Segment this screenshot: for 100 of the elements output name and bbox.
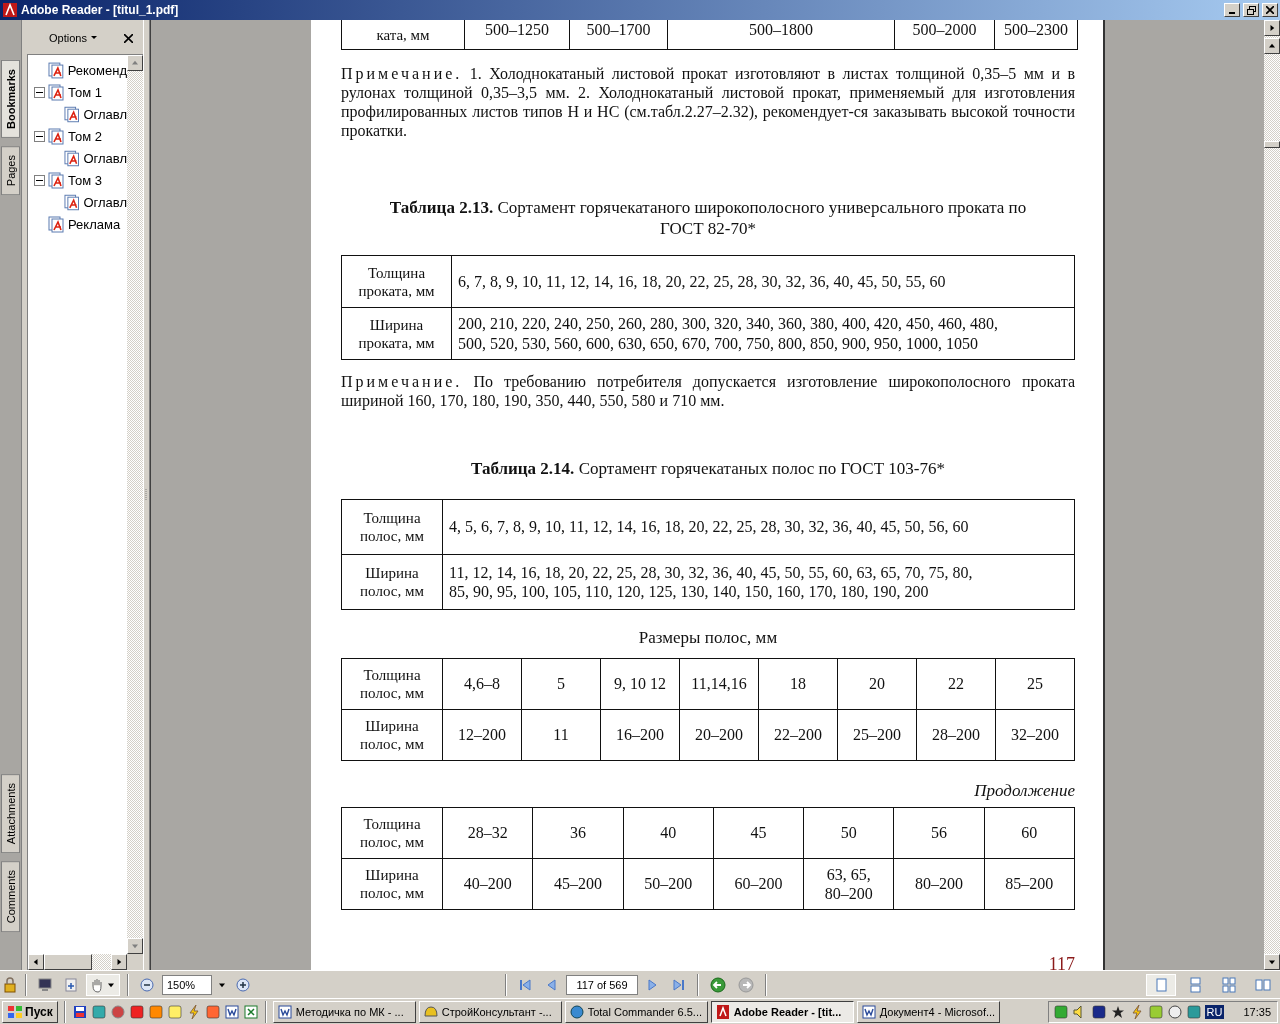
- table-cell: 80–200: [894, 859, 985, 910]
- two-pages-icon: [1255, 976, 1271, 993]
- scroll-left-button[interactable]: [28, 954, 44, 970]
- taskbar-button[interactable]: СтройКонсультант -...: [418, 1000, 562, 1023]
- close-icon: [1266, 6, 1274, 14]
- zoom-field[interactable]: 150%: [162, 974, 212, 995]
- table-cell: 32–200: [996, 710, 1075, 761]
- zoom-out-icon: [139, 976, 155, 993]
- table-cell: 20: [838, 659, 917, 710]
- side-tab[interactable]: Attachments: [1, 773, 20, 853]
- options-menu[interactable]: Options: [47, 30, 99, 46]
- bookmark-item[interactable]: Рекоменд: [67, 62, 127, 78]
- table-cell: 85–200: [984, 859, 1075, 910]
- disc-icon[interactable]: [109, 1003, 126, 1020]
- table-header-cell: Толщина проката, мм: [342, 256, 452, 308]
- language-indicator[interactable]: RU: [1204, 1004, 1225, 1019]
- spreadsheet-icon[interactable]: [242, 1003, 259, 1020]
- close-button[interactable]: [1262, 3, 1278, 17]
- bookmark-item[interactable]: Оглавл: [83, 106, 127, 122]
- table-cell: 28–32: [443, 808, 534, 859]
- pdf-icon: [714, 1003, 731, 1020]
- page-number-field[interactable]: 117 of 569: [566, 974, 638, 995]
- four-pages-icon: [1221, 976, 1237, 993]
- pdf-document-icon: [64, 105, 81, 123]
- clock: 17:35: [1243, 1005, 1271, 1018]
- note-text: Примечание. По требованию потребителя допускается изготовление широкополосного проката шириной 160, 170, 180, 190, 350, 440, 550, 580 и 710 мм.: [341, 372, 1075, 410]
- panel-splitter[interactable]: [143, 20, 150, 970]
- scroll-right-button[interactable]: [111, 954, 127, 970]
- side-tab[interactable]: Pages: [1, 145, 20, 196]
- table-cell: 45–200: [533, 859, 624, 910]
- table-cell: 4,6–8: [443, 659, 522, 710]
- scroll-thumb[interactable]: [1264, 140, 1280, 148]
- bookmark-item[interactable]: Реклама: [68, 216, 121, 232]
- collapse-box[interactable]: [34, 174, 45, 186]
- window-title: Adobe Reader - [titul_1.pdf]: [21, 3, 180, 17]
- scroll-thumb[interactable]: [44, 954, 92, 970]
- disc-icon: [1166, 1003, 1183, 1020]
- table-cell: 63, 65, 80–200: [804, 859, 895, 910]
- table-title: Размеры полос, мм: [637, 628, 779, 648]
- table-caption: Таблица 2.14. Сортамент горячекатаных полос по ГОСТ 103-76*: [470, 458, 946, 479]
- show-panel-button[interactable]: [1264, 20, 1280, 36]
- minimize-button[interactable]: [1224, 3, 1240, 17]
- monitor-icon: [37, 976, 53, 993]
- scroll-up-button[interactable]: [1264, 38, 1280, 54]
- taskbar-button[interactable]: Adobe Reader - [tit...: [710, 1000, 854, 1023]
- pdf-document-icon: [47, 61, 65, 79]
- table-cell: 500–1700: [570, 20, 668, 50]
- table-cell: 12–200: [443, 710, 522, 761]
- table-header-cell: Толщина полос, мм: [342, 500, 443, 555]
- start-button[interactable]: Пуск: [2, 1000, 58, 1023]
- note-text: Примечание. 1. Холоднокатаный листовой прокат изготовляют в листах толщиной 0,35–5 мм и в рулонах толщиной 0,35–3,5 мм. 2. Холоднокатаный листовой прокат, применяемый для изготовления профилированных листов типов Н и НС (см.табл.2.27–2.32), рекомендует-ся заказывать высокой точности прокатки.: [341, 64, 1075, 140]
- side-tab[interactable]: Comments: [1, 860, 20, 932]
- table-cell: 22: [917, 659, 996, 710]
- page-number: 117: [1047, 954, 1075, 970]
- table-cell: 40: [623, 808, 714, 859]
- collapse-box[interactable]: [34, 86, 45, 98]
- lock-icon[interactable]: [2, 976, 18, 993]
- pdf-document-icon: [64, 149, 81, 167]
- bookmark-item[interactable]: Том 3: [68, 172, 102, 188]
- table-cell: 5: [522, 659, 601, 710]
- pdf-document-icon: [48, 127, 65, 145]
- table-header-cell: Толщина полос, мм: [342, 808, 443, 859]
- flag-icon: [7, 1004, 23, 1019]
- zoom-in-icon: [235, 976, 251, 993]
- hand-icon: [89, 976, 105, 993]
- taskbar-button[interactable]: Документ4 - Microsof...: [856, 1000, 1000, 1023]
- table-cell: 25: [996, 659, 1075, 710]
- table-cell: 4, 5, 6, 7, 8, 9, 10, 11, 12, 14, 16, 18, 20, 22, 25, 28, 30, 32, 36, 40, 45, 50, 56, 60: [443, 500, 1075, 555]
- table-cell: 500–2000: [895, 20, 995, 50]
- table-cell: 500–1800: [668, 20, 895, 50]
- first-page-icon: [517, 976, 533, 993]
- pdf-document-icon: [64, 193, 81, 211]
- document-icon[interactable]: [223, 1003, 240, 1020]
- restore-button[interactable]: [1243, 3, 1259, 17]
- side-tab[interactable]: Bookmarks: [1, 60, 20, 138]
- table-cell: 45: [713, 808, 805, 859]
- bookmark-item[interactable]: Оглавл: [83, 150, 127, 166]
- table-caption: Таблица 2.13. Сортамент горячекатаного широкополосного универсального проката по ГОСТ 82-70*: [388, 197, 1028, 239]
- table-cell: 16–200: [601, 710, 680, 761]
- table-header-cell: Ширина полос, мм: [342, 555, 443, 610]
- table-header-cell: Толщина полос, мм: [342, 659, 443, 710]
- scroll-down-button[interactable]: [127, 938, 143, 954]
- bookmark-item[interactable]: Том 1: [68, 84, 102, 100]
- helmet-icon: [422, 1003, 439, 1020]
- scroll-down-button[interactable]: [1264, 954, 1280, 970]
- close-icon[interactable]: [124, 33, 133, 43]
- table-cell: 6, 7, 8, 9, 10, 11, 12, 14, 16, 18, 20, 22, 25, 28, 30, 32, 36, 40, 45, 50, 55, 60: [452, 256, 1075, 308]
- table-header-cell: Ширина проката, мм: [342, 308, 452, 360]
- table-cell: 22–200: [759, 710, 838, 761]
- table-cell: 500–1250: [465, 20, 570, 50]
- bookmark-item[interactable]: Оглавл: [83, 194, 127, 210]
- taskbar-button[interactable]: Total Commander 6.5...: [564, 1000, 708, 1023]
- bookmark-item[interactable]: Том 2: [68, 128, 102, 144]
- scroll-up-button[interactable]: [127, 55, 143, 71]
- taskbar-button[interactable]: Методичка по МК - ...: [272, 1000, 416, 1023]
- table-cell: 11,14,16: [680, 659, 759, 710]
- collapse-box[interactable]: [34, 130, 45, 142]
- table-cell: 50: [804, 808, 895, 859]
- table-cell: 28–200: [917, 710, 996, 761]
- table-cell: 56: [894, 808, 985, 859]
